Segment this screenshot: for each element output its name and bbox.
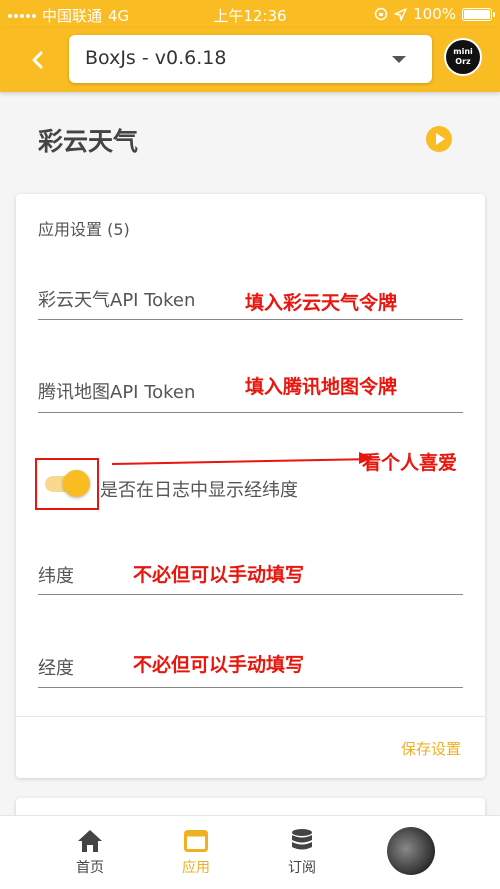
run-script-button[interactable] (426, 126, 452, 152)
profile-avatar[interactable]: mini Orz (444, 38, 482, 76)
latitude-label: 纬度 (38, 566, 74, 587)
caiyun-token-label: 彩云天气API Token (38, 290, 196, 311)
location-icon (394, 7, 407, 21)
battery-percent: 100% (413, 5, 456, 23)
card-divider (16, 716, 485, 717)
tencent-token-underline (38, 412, 463, 413)
system-indicators: 100% (374, 5, 495, 23)
caiyun-token-underline (38, 319, 463, 320)
chevron-left-icon (32, 51, 43, 69)
bottom-nav: 首页 应用 订阅 (0, 815, 500, 889)
avatar-text-orz: Orz (455, 57, 471, 66)
settings-card: 应用设置 (5) 彩云天气API Token 填入彩云天气令牌 腾讯地图API … (16, 194, 485, 778)
app-version-select[interactable]: BoxJs - v0.6.18 (69, 35, 432, 83)
avatar-text-mini: mini (453, 47, 473, 56)
caret-down-icon (392, 56, 406, 63)
save-settings-button[interactable]: 保存设置 (401, 738, 461, 759)
nav-home-label: 首页 (76, 860, 104, 876)
toggle-annotation: 看个人喜爱 (362, 452, 458, 474)
card-title: 应用设置 (5) (38, 220, 130, 239)
page-title: 彩云天气 (38, 127, 139, 156)
nav-subscriptions-label: 订阅 (288, 860, 316, 876)
app-bar: BoxJs - v0.6.18 mini Orz (0, 28, 500, 92)
lock-rotation-icon (374, 7, 388, 21)
longitude-underline (38, 687, 463, 688)
toggle-knob[interactable] (63, 470, 90, 497)
latitude-annotation: 不必但可以手动填写 (133, 564, 305, 586)
database-icon (292, 829, 312, 850)
home-icon (78, 830, 102, 852)
caiyun-token-annotation: 填入彩云天气令牌 (245, 292, 398, 314)
window-icon (184, 830, 208, 852)
battery-icon (462, 7, 495, 21)
annotation-arrow (111, 458, 362, 465)
longitude-annotation: 不必但可以手动填写 (133, 654, 305, 676)
nav-apps[interactable]: 应用 (166, 828, 226, 877)
longitude-label: 经度 (38, 658, 74, 679)
show-coords-label: 是否在日志中显示经纬度 (100, 480, 298, 501)
latitude-underline (38, 594, 463, 595)
nav-profile-avatar[interactable] (387, 827, 435, 875)
tencent-token-annotation: 填入腾讯地图令牌 (245, 376, 398, 398)
nav-subscriptions[interactable]: 订阅 (272, 828, 332, 877)
back-button[interactable] (22, 44, 54, 76)
nav-apps-label: 应用 (182, 860, 210, 876)
app-version-value: BoxJs - v0.6.18 (85, 47, 227, 69)
tencent-token-label: 腾讯地图API Token (38, 382, 196, 403)
annotation-highlight-box (35, 458, 99, 510)
status-bar: 中国联通 4G 上午12:36 100% (0, 0, 500, 28)
nav-home[interactable]: 首页 (60, 828, 120, 877)
